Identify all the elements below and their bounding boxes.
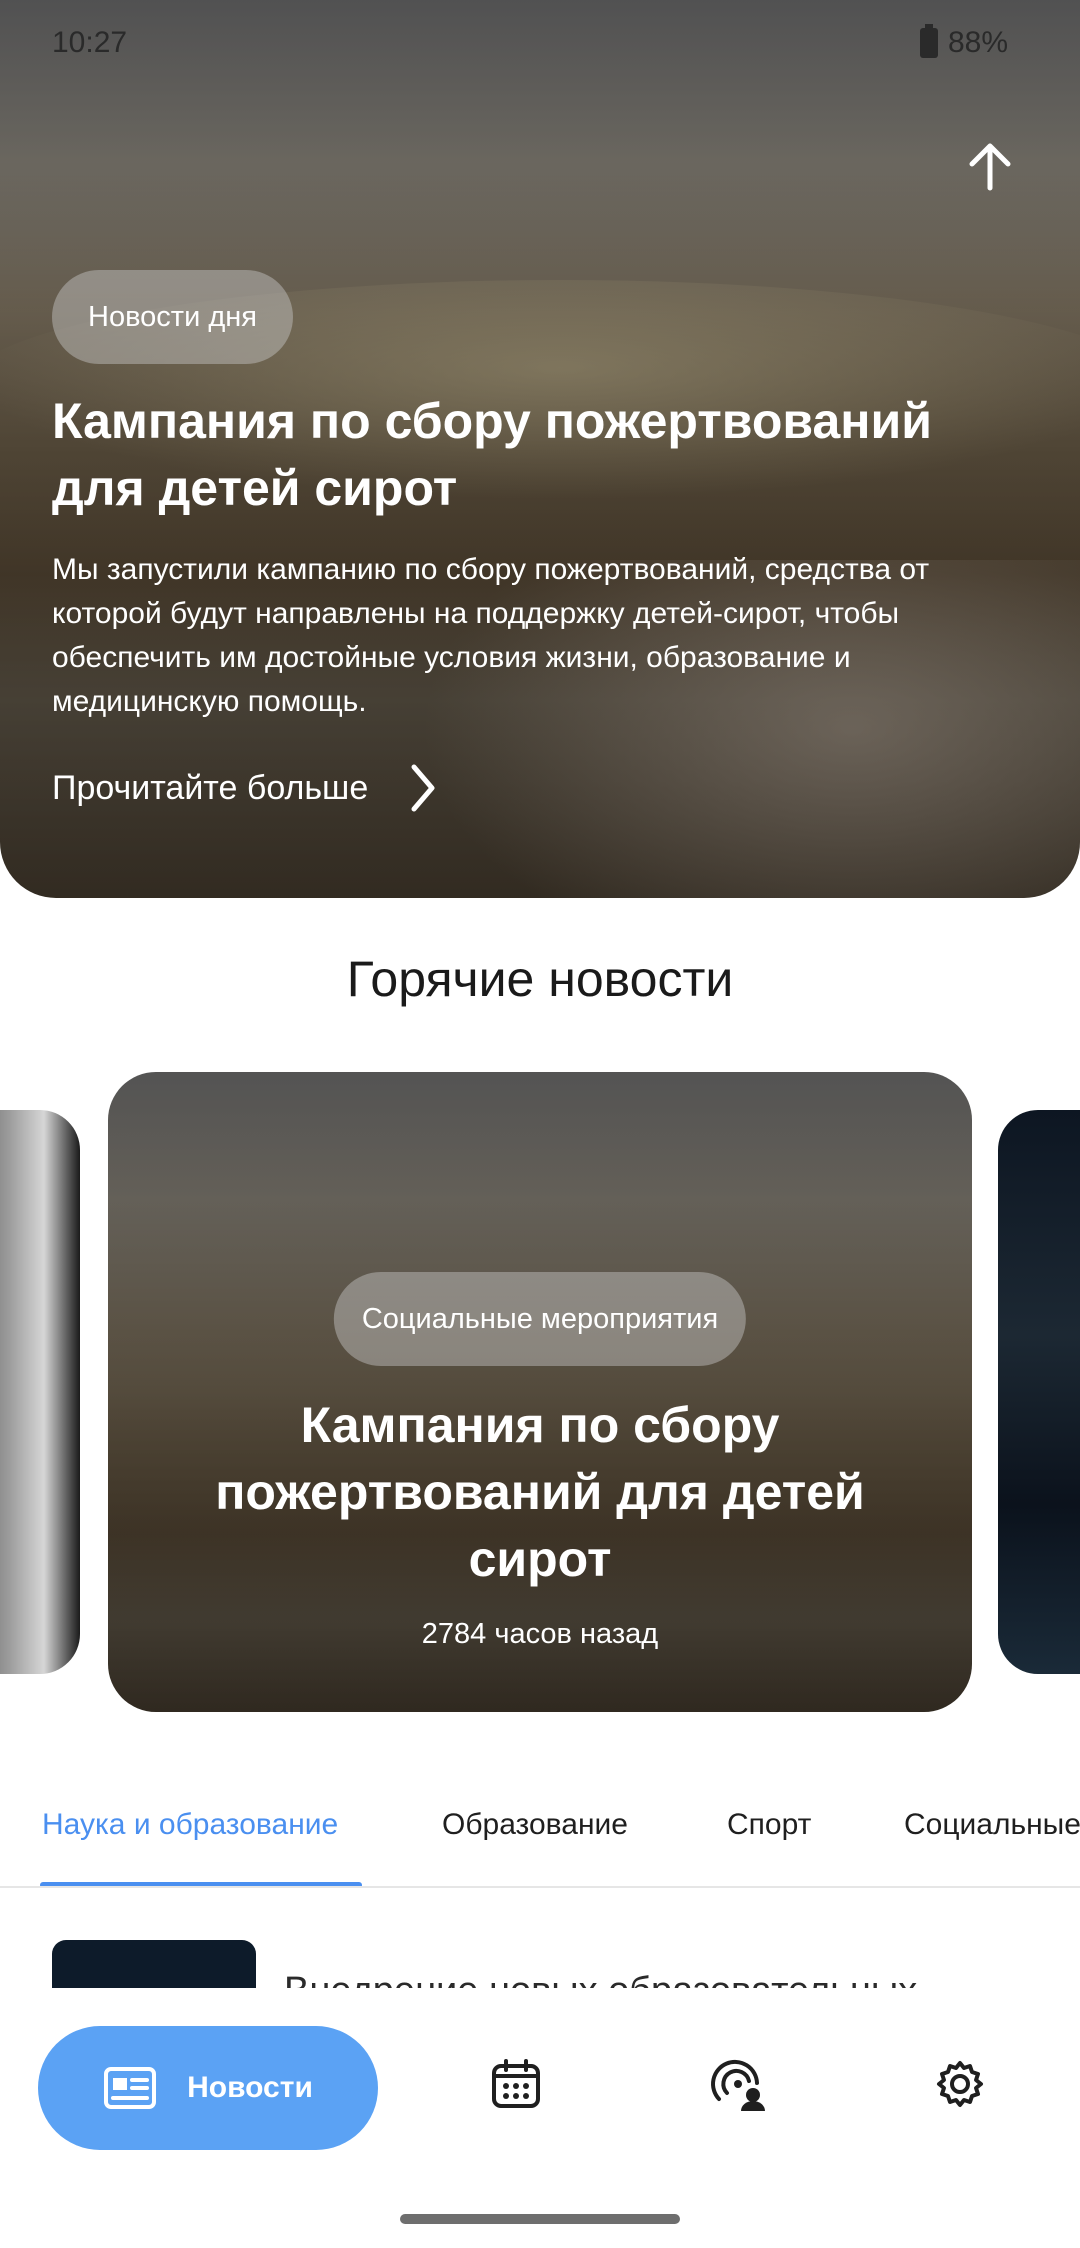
status-bar: 10:27 88% — [0, 0, 1080, 90]
hero-description: Мы запустили кампанию по сбору пожертвов… — [52, 553, 930, 718]
read-more-label: Прочитайте больше — [52, 768, 369, 807]
battery-level: 88% — [947, 26, 1008, 59]
calendar-icon — [492, 2059, 540, 2108]
status-time: 10:27 — [52, 26, 128, 59]
read-more-link[interactable]: Прочитайте больше — [52, 760, 438, 816]
settings-icon — [937, 2061, 983, 2107]
news-icon — [104, 2067, 157, 2109]
tab-sport[interactable]: Спорт — [727, 1808, 811, 1842]
hero-banner[interactable]: 10:27 88% Новости дня Кампания по сбору … — [0, 0, 1080, 898]
nav-settings-button[interactable] — [930, 2054, 990, 2114]
nav-news-label: Новости — [187, 2071, 313, 2104]
scroll-up-button[interactable] — [960, 136, 1020, 196]
hero-title: Кампания по сбору пожертвований для дете… — [52, 393, 932, 516]
battery-icon — [919, 24, 938, 58]
list-item-thumbnail — [52, 1940, 256, 1988]
nav-news-button[interactable]: Новости — [38, 2026, 378, 2150]
tab-education[interactable]: Образование — [442, 1808, 628, 1842]
category-tabs: Наука и образование Образование Спорт Со… — [0, 1790, 1080, 1888]
list-item-title: Внедрение новых образовательных — [284, 1970, 917, 1988]
hero-category-chip[interactable]: Новости дня — [52, 270, 293, 364]
arrow-up-icon — [969, 143, 1011, 191]
broadcast-user-icon — [711, 2059, 765, 2111]
hot-news-title: Горячие новости — [346, 951, 734, 1007]
tab-social[interactable]: Социальные — [904, 1808, 1080, 1842]
card-title: Кампания по сбору пожертвований для дете… — [215, 1397, 865, 1587]
nav-calendar-button[interactable] — [486, 2054, 546, 2114]
carousel-card-next[interactable] — [998, 1110, 1080, 1674]
nav-broadcast-button[interactable] — [708, 2054, 768, 2114]
carousel-card-current[interactable]: Социальные мероприятия Кампания по сбору… — [108, 1072, 972, 1712]
list-item[interactable]: Внедрение новых образовательных — [0, 1888, 1080, 1988]
home-indicator[interactable] — [400, 2214, 680, 2224]
tab-science-education[interactable]: Наука и образование — [42, 1808, 338, 1842]
card-timestamp: 2784 часов назад — [421, 1618, 659, 1650]
card-category-chip[interactable]: Социальные мероприятия — [333, 1272, 747, 1366]
bottom-navigation: Новости — [0, 1988, 1080, 2188]
carousel-card-previous[interactable] — [0, 1110, 80, 1674]
status-battery: 88% — [919, 24, 1008, 60]
chevron-right-icon — [411, 764, 435, 812]
